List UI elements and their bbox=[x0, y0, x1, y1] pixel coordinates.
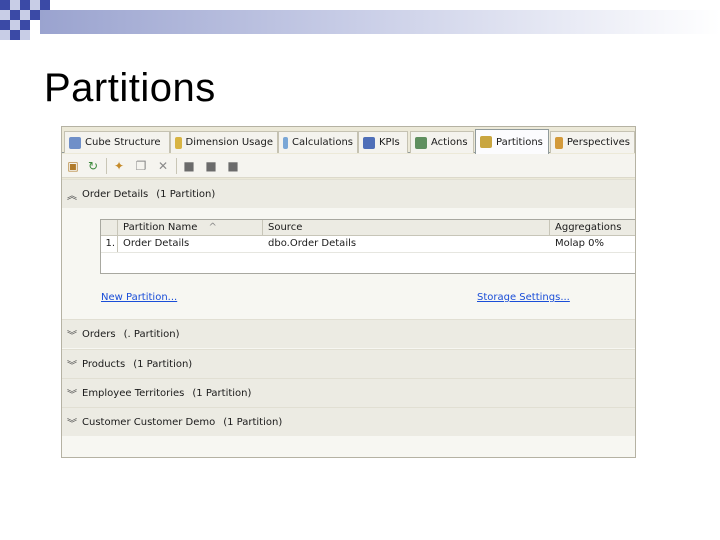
expand-chevron-icon[interactable]: ︾ bbox=[66, 415, 78, 430]
group-count: (. Partition) bbox=[123, 328, 180, 340]
designer-tab-strip: Cube Structure Dimension Usage Calculati… bbox=[62, 127, 635, 154]
group-header-orders[interactable]: ︾ Orders (. Partition) bbox=[62, 319, 635, 348]
tab-perspectives[interactable]: Perspectives bbox=[550, 131, 635, 153]
column-header-partition-name[interactable]: Partition Name ^ bbox=[118, 220, 263, 236]
group-count: (1 Partition) bbox=[133, 358, 193, 370]
merge-icon[interactable]: ■ bbox=[226, 159, 240, 173]
table-row[interactable]: 1. Order Details dbo.Order Details Molap… bbox=[101, 236, 635, 253]
tab-label: KPIs bbox=[379, 137, 400, 148]
group-header-employee-territories[interactable]: ︾ Employee Territories (1 Partition) bbox=[62, 378, 635, 407]
expand-chevron-icon[interactable]: ︾ bbox=[66, 357, 78, 372]
process-icon[interactable]: ✦ bbox=[112, 159, 126, 173]
delete-icon[interactable]: ✕ bbox=[156, 159, 170, 173]
usage-aggregations-icon[interactable]: ■ bbox=[204, 159, 218, 173]
group-header-order-details[interactable]: ︽ Order Details (1 Partition) bbox=[62, 179, 635, 208]
column-label: Partition Name bbox=[123, 222, 198, 233]
tab-label: Perspectives bbox=[566, 137, 630, 148]
sort-ascending-icon: ^ bbox=[208, 222, 217, 233]
tab-label: Calculations bbox=[292, 137, 353, 148]
group-name: Products bbox=[82, 358, 126, 370]
group-name: Customer Customer Demo bbox=[82, 416, 216, 428]
tab-partitions[interactable]: Partitions bbox=[475, 129, 549, 154]
grid-header: Partition Name ^ Source Aggregations bbox=[101, 220, 635, 236]
partitions-grid: Partition Name ^ Source Aggregations 1. … bbox=[100, 219, 635, 274]
toolbar-separator bbox=[176, 158, 177, 174]
calculator-icon bbox=[283, 136, 288, 149]
tab-label: Cube Structure bbox=[85, 137, 161, 148]
group-header-customer-customer-demo[interactable]: ︾ Customer Customer Demo (1 Partition) bbox=[62, 407, 635, 436]
partitions-pane: ︽ Order Details (1 Partition) Partition … bbox=[62, 179, 635, 457]
group-count: (1 Partition) bbox=[223, 416, 283, 428]
group-count: (1 Partition) bbox=[192, 387, 252, 399]
group-name: Employee Territories bbox=[82, 387, 185, 399]
expand-chevron-icon[interactable]: ︾ bbox=[66, 386, 78, 401]
group-header-products[interactable]: ︾ Products (1 Partition) bbox=[62, 349, 635, 378]
copy-icon[interactable]: ❐ bbox=[134, 159, 148, 173]
expand-chevron-icon[interactable]: ︾ bbox=[66, 327, 78, 342]
dimension-icon bbox=[175, 136, 182, 149]
cell-aggregations[interactable]: Molap 0% bbox=[550, 236, 635, 253]
tab-kpis[interactable]: KPIs bbox=[358, 131, 408, 153]
cell-source[interactable]: dbo.Order Details bbox=[263, 236, 550, 253]
collapse-chevron-icon[interactable]: ︽ bbox=[66, 187, 78, 202]
storage-settings-link[interactable]: Storage Settings... bbox=[477, 292, 570, 303]
group-name: Orders bbox=[82, 328, 116, 340]
cube-icon bbox=[69, 136, 81, 149]
tab-label: Partitions bbox=[496, 136, 543, 148]
tab-label: Dimension Usage bbox=[185, 137, 274, 148]
slide-checker-decoration bbox=[0, 0, 60, 45]
row-number-header bbox=[101, 220, 118, 236]
new-partition-link[interactable]: New Partition... bbox=[101, 292, 177, 303]
partitions-designer-window: Cube Structure Dimension Usage Calculati… bbox=[61, 126, 636, 458]
designer-toolbar: ▣ ↻ ✦ ❐ ✕ ■ ■ ■ bbox=[62, 154, 635, 178]
group-name: Order Details bbox=[82, 188, 149, 200]
cell-partition-name[interactable]: Order Details bbox=[118, 236, 263, 253]
column-header-source[interactable]: Source bbox=[263, 220, 550, 236]
slide-title: Partitions bbox=[44, 66, 216, 110]
toolbar-separator bbox=[106, 158, 107, 174]
design-aggregations-icon[interactable]: ■ bbox=[182, 159, 196, 173]
tab-cube-structure[interactable]: Cube Structure bbox=[64, 131, 170, 153]
chart-icon bbox=[363, 136, 375, 149]
tab-actions[interactable]: Actions bbox=[410, 131, 474, 153]
tab-label: Actions bbox=[431, 137, 468, 148]
tab-calculations[interactable]: Calculations bbox=[278, 131, 358, 153]
new-partition-icon[interactable]: ▣ bbox=[66, 159, 80, 173]
group-count: (1 Partition) bbox=[156, 188, 216, 200]
tab-dimension-usage[interactable]: Dimension Usage bbox=[170, 131, 278, 153]
slide-header-gradient-bar bbox=[40, 10, 720, 34]
partition-icon bbox=[480, 136, 492, 148]
gears-icon bbox=[415, 136, 427, 149]
column-header-aggregations[interactable]: Aggregations bbox=[550, 220, 635, 236]
refresh-icon[interactable]: ↻ bbox=[86, 159, 100, 173]
row-number: 1. bbox=[101, 236, 118, 252]
perspective-icon bbox=[555, 136, 563, 149]
